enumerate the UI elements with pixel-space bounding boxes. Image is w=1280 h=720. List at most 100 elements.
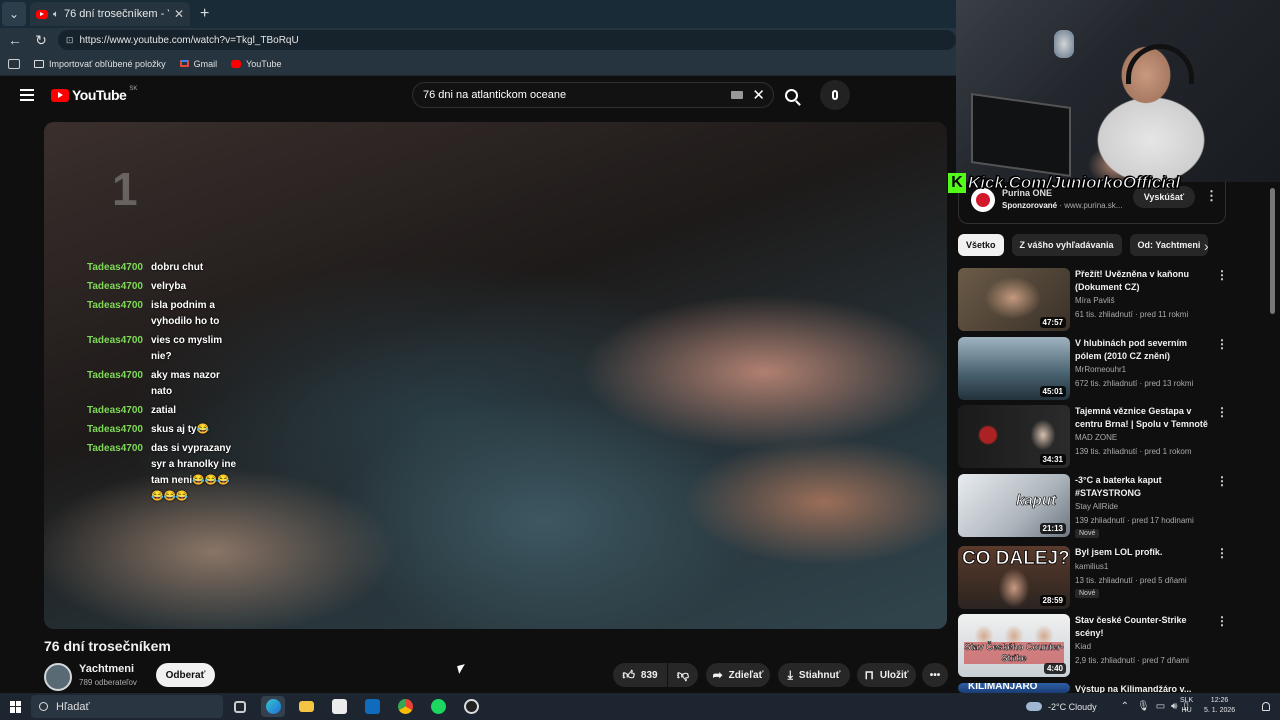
thumbnail-text: kaput — [1016, 492, 1057, 510]
system-tray: -2°C Cloudy ⌃ 🎙︎ ▭ 🔊︎ ▯ — [1026, 693, 1189, 720]
speaker-icon[interactable]: 🔈︎ — [53, 9, 59, 20]
store-icon[interactable] — [327, 696, 351, 717]
close-tab-icon[interactable]: ✕ — [174, 7, 184, 21]
notification-bell-icon[interactable] — [1262, 702, 1270, 711]
like-button[interactable]: 👍︎ 839 — [613, 663, 667, 687]
scrollbar-thumb[interactable] — [1270, 188, 1275, 314]
bookmark-label: YouTube — [246, 58, 282, 69]
chat-message: Tadeas4700 aky mas nazor nato — [87, 368, 237, 400]
rec-channel[interactable]: MAD ZONE — [1075, 433, 1117, 442]
bookmark-gmail[interactable]: Gmail — [179, 59, 217, 69]
edge-icon[interactable] — [261, 696, 285, 717]
chip-all[interactable]: Všetko — [958, 234, 1004, 256]
outlook-icon[interactable] — [360, 696, 384, 717]
sidebar-toggle-icon[interactable] — [8, 58, 20, 69]
rec-more-icon[interactable]: ⋮ — [1216, 405, 1228, 419]
rec-more-icon[interactable]: ⋮ — [1216, 474, 1228, 488]
rec-channel[interactable]: kamilius1 — [1075, 562, 1108, 571]
weather-text[interactable]: -2°C Cloudy — [1048, 702, 1097, 712]
dislike-button[interactable]: 👎︎ — [668, 663, 698, 687]
rec-title[interactable]: Byl jsem LOL profík. — [1075, 546, 1210, 559]
rec-more-icon[interactable]: ⋮ — [1216, 614, 1228, 628]
browser-tab-bar: ⌄ 🔈︎ 76 dní trosečníkem - YouTube ✕ + — [0, 0, 956, 28]
chat-text: velryba — [151, 281, 187, 292]
task-view-icon[interactable] — [228, 696, 252, 717]
chip-from-search[interactable]: Z vášho vyhľadávania — [1011, 234, 1122, 256]
cloud-icon — [1026, 702, 1042, 711]
rec-title[interactable]: V hlubinách pod severním pólem (2010 CZ … — [1075, 337, 1210, 363]
obs-icon[interactable] — [459, 696, 483, 717]
rec-more-icon[interactable]: ⋮ — [1216, 268, 1228, 282]
chevron-right-icon[interactable]: › — [1204, 238, 1209, 254]
search-button[interactable] — [776, 82, 806, 108]
rec-title[interactable]: Tajemná věznice Gestapa v centru Brna! |… — [1075, 405, 1210, 431]
video-player[interactable]: 1 Tadeas4700 dobru chut Tadeas4700 velryba… — [44, 122, 947, 629]
video-thumbnail[interactable]: CO DALEJ? 28:59 — [958, 546, 1070, 609]
clear-search-icon[interactable]: ✕ — [752, 86, 765, 104]
show-hidden-icons-icon[interactable]: ⌃ — [1121, 701, 1129, 712]
voice-search-button[interactable] — [820, 80, 850, 110]
video-thumbnail[interactable]: 34:31 — [958, 405, 1070, 468]
chip-from-channel[interactable]: Od: Yachtmeni — [1129, 234, 1209, 256]
ad-more-icon[interactable]: ⋮ — [1205, 188, 1218, 204]
save-button[interactable]: ⊓ Uložiť — [857, 663, 916, 687]
more-actions-button[interactable]: ••• — [922, 663, 948, 687]
logo-text: YouTube — [72, 87, 127, 103]
recommendation-item[interactable]: kaput 21:13 -3°C a baterka kaput #STAYST… — [958, 474, 1228, 538]
chat-user: Tadeas4700 — [87, 300, 143, 311]
rec-title[interactable]: Přežít! Uvězněna v kaňonu (Dokument CZ) — [1075, 268, 1210, 294]
search-input[interactable]: 76 dni na atlantickom oceane ✕ — [412, 82, 774, 108]
youtube-logo[interactable]: YouTube SK — [51, 86, 137, 103]
taskbar-search-input[interactable]: Hľadať — [31, 695, 223, 718]
duration: 28:59 — [1039, 595, 1066, 606]
rec-more-icon[interactable]: ⋮ — [1216, 546, 1228, 560]
rec-title[interactable]: Výstup na Kilimandžáro v... — [1075, 683, 1210, 693]
volume-icon[interactable]: 🔊︎ — [1171, 701, 1177, 712]
windows-start-icon[interactable] — [10, 700, 22, 713]
bookmark-import[interactable]: Importovať obľúbené položky — [34, 59, 166, 69]
rec-title[interactable]: Stav české Counter-Strike scény! — [1075, 614, 1210, 640]
chat-user: Tadeas4700 — [87, 262, 143, 273]
share-button[interactable]: ➦ Zdieľať — [706, 663, 770, 687]
rec-title[interactable]: -3°C a baterka kaput #STAYSTRONG — [1075, 474, 1210, 500]
kick-handle: Kick.Com/JuniorkoOfficial — [967, 173, 1181, 193]
refresh-icon[interactable]: ↻ — [30, 32, 52, 49]
subscribe-button[interactable]: Odberať — [156, 663, 215, 687]
recommendation-item[interactable]: 47:57 Přežít! Uvězněna v kaňonu (Dokumen… — [958, 268, 1228, 332]
microphone-icon[interactable]: 🎙︎ — [1137, 701, 1150, 712]
download-button[interactable]: ⤓ Stiahnuť — [778, 663, 850, 687]
chrome-icon[interactable] — [393, 696, 417, 717]
site-info-icon[interactable]: ⊡ — [66, 35, 74, 46]
rec-more-icon[interactable]: ⋮ — [1216, 337, 1228, 351]
recommendation-item[interactable]: 45:01 V hlubinách pod severním pólem (20… — [958, 337, 1228, 401]
video-thumbnail[interactable]: 47:57 — [958, 268, 1070, 331]
new-tab-icon[interactable]: + — [200, 5, 209, 23]
recommendation-item[interactable]: Stav Českého Counter-Strike 4:40 Stav če… — [958, 614, 1228, 678]
clock[interactable]: 12:26 5. 1. 2026 — [1204, 696, 1235, 716]
recommendation-item[interactable]: CO DALEJ? 28:59 Byl jsem LOL profík. kam… — [958, 546, 1228, 610]
browser-tab[interactable]: 🔈︎ 76 dní trosečníkem - YouTube ✕ — [30, 2, 190, 26]
file-explorer-icon[interactable] — [294, 696, 318, 717]
recommendation-item[interactable]: 34:31 Tajemná věznice Gestapa v centru B… — [958, 405, 1228, 469]
back-arrow-icon[interactable]: ← — [4, 32, 26, 48]
url-field[interactable]: ⊡ https://www.youtube.com/watch?v=Tkgl_T… — [57, 30, 956, 50]
menu-icon[interactable] — [20, 89, 34, 101]
channel-name[interactable]: Yachtmeni — [79, 663, 134, 675]
rec-channel[interactable]: Míra Pavliš — [1075, 296, 1115, 305]
video-thumbnail[interactable]: 45:01 — [958, 337, 1070, 400]
keyboard-icon[interactable] — [731, 91, 743, 99]
language-indicator[interactable]: SLK HU — [1180, 696, 1193, 716]
video-thumbnail[interactable]: KILIMANJARO — [958, 683, 1070, 693]
video-thumbnail[interactable]: kaput 21:13 — [958, 474, 1070, 537]
bookmark-youtube[interactable]: YouTube — [231, 59, 281, 69]
video-thumbnail[interactable]: Stav Českého Counter-Strike 4:40 — [958, 614, 1070, 677]
network-icon[interactable]: ▭ — [1156, 701, 1165, 712]
rec-channel[interactable]: Stay AllRide — [1075, 502, 1118, 511]
rec-channel[interactable]: Kiad — [1075, 642, 1091, 651]
spotify-icon[interactable] — [426, 696, 450, 717]
rec-channel[interactable]: MrRomeouhr1 — [1075, 365, 1126, 374]
tab-actions-chevron-icon[interactable]: ⌄ — [2, 2, 26, 26]
channel-avatar[interactable] — [44, 663, 72, 691]
subscriber-count: 789 odberateľov — [79, 678, 137, 687]
recommendation-item[interactable]: KILIMANJARO Výstup na Kilimandžáro v... — [958, 683, 1228, 693]
